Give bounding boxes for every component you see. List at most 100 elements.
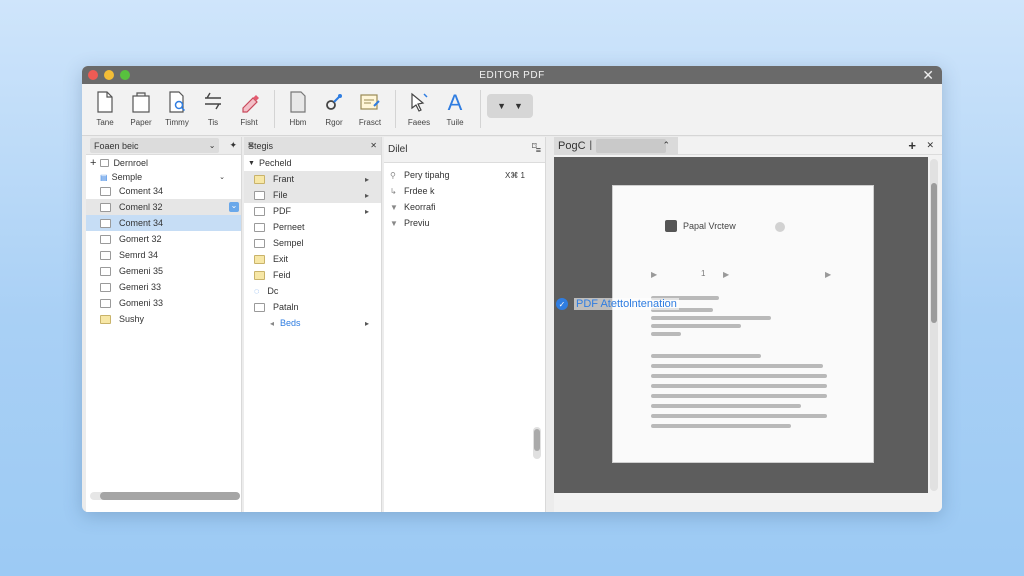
menu-item[interactable]: File ▸ [244,187,381,203]
tree-item[interactable]: Sushy [86,311,241,327]
menu-item[interactable]: PDF ▸ [244,203,381,219]
tree-item[interactable]: Gomeni 33 [86,295,241,311]
workspace: Foaen beic ⌄ ✦ + Dernroel ▤ Semple ⌄ Com… [82,136,942,512]
detail-item[interactable]: ⚲ Pery tipahg X⌘ 1 [384,167,545,183]
cursor-icon [411,92,428,112]
panel-details-header: Dilel ≡ [384,137,545,163]
tree-item[interactable]: Gemeri 33 [86,279,241,295]
horizontal-scrollbar[interactable] [90,492,240,500]
toolbar-separator [274,90,275,128]
page-input[interactable] [596,138,667,153]
menu-item[interactable]: Pataln [244,299,381,315]
tool-tane-button[interactable]: Tane [88,90,122,127]
close-icon[interactable]: ✕ [926,140,934,151]
check-circle-icon: ✓ [556,298,568,310]
chevron-up-icon[interactable]: ⌃ [662,140,670,151]
detail-item[interactable]: ▼ Keorrafi [384,199,545,215]
menu-item[interactable]: Feid [244,267,381,283]
tree-root[interactable]: + Dernroel [86,155,241,171]
viewer-tab[interactable]: PogC | ⌃ [554,136,678,155]
app-logo-icon [665,220,677,232]
menu-list: Frant ▸ File ▸ PDF ▸ Perneet Sempel Exit Feid ◌ Dc P… [244,171,381,331]
file-icon [100,202,111,212]
close-window-button[interactable] [88,70,98,80]
last-icon[interactable]: ▶ [825,270,831,279]
next-icon[interactable]: ▶ [723,270,729,279]
scroll-thumb[interactable] [931,183,937,323]
group-header[interactable]: ▼ Pecheld [244,155,381,171]
document-filter-select[interactable]: Foaen beic ⌄ [90,138,220,153]
menu-item[interactable]: Frant ▸ [244,171,381,187]
detail-item[interactable]: ▼ Previu [384,215,545,231]
text-line [651,324,741,328]
file-icon [100,314,111,324]
play-icon[interactable]: ▶ [651,270,657,279]
scroll-thumb[interactable] [534,429,540,451]
group-icon: ▤ [100,172,108,182]
add-tab-icon[interactable]: + [908,138,916,153]
menu-item[interactable]: ◂ Beds ▸ [244,315,381,331]
menu-item[interactable]: Exit [244,251,381,267]
tool-frasct-button[interactable]: Frasct [353,90,387,127]
tool-fisht-button[interactable]: Fisht [232,90,266,127]
chevron-down-icon: ⌄ [208,141,216,150]
chevron-right-icon: ▸ [364,190,369,200]
menu-item[interactable]: Perneet [244,219,381,235]
detail-item[interactable]: ↳ Frdee k [384,183,545,199]
page-number: 1 [701,269,706,278]
vertical-scrollbar[interactable] [533,427,541,459]
tree-item[interactable]: Coment 34 [86,183,241,199]
zoom-window-button[interactable] [120,70,130,80]
view-dropdown-button[interactable]: ▼ ▼ [487,94,533,118]
tool-tis-button[interactable]: Tis [196,90,230,127]
file-icon [100,266,111,276]
panel-documents-header: Foaen beic ⌄ ✦ [86,137,241,155]
file-icon [100,218,111,228]
pdf-annotation-badge[interactable]: ✓ PDF Atettolntenation [556,298,679,310]
toolbar: Tane Paper Timmy Tis Fisht Hbm Rgor Fras… [82,84,942,136]
tree-item[interactable]: Gomert 32 [86,231,241,247]
panel-pin[interactable]: ⌑ [532,141,537,152]
close-icon[interactable]: ✕ [922,67,934,84]
file-icon [100,298,111,308]
panel-details: Dilel ≡ ⚲ Pery tipahg X⌘ 1 ↳ Frdee k ▼ Keorraf… [384,137,546,512]
shortcut-label: X⌘ 1 [504,170,525,180]
tool-rgor-button[interactable]: Rgor [317,90,351,127]
tool-hbm-button[interactable]: Hbm [281,90,315,127]
tree-item[interactable]: Coment 34 [86,215,241,231]
eraser-icon [242,95,259,113]
filter-icon: ▼ [390,202,398,212]
folder-icon [254,190,265,200]
pin-icon[interactable]: ✦ [229,140,237,151]
chevron-down-icon[interactable]: ⌄ [229,202,239,212]
cloud-icon: ◌ [254,286,260,296]
tool-tuile-button[interactable]: A Tuile [438,90,472,127]
tree-item[interactable]: Semrd 34 [86,247,241,263]
menu-item[interactable]: Sempel [244,235,381,251]
split-icon [205,92,221,110]
tree-item[interactable]: Gemeni 35 [86,263,241,279]
viewer-scrollbar[interactable] [930,159,938,491]
pdf-page[interactable]: Papal Vrctew ▶ 1 ▶ ▶ [612,185,874,463]
tool-faees-button[interactable]: Faees [402,90,436,127]
tool-timmy-button[interactable]: Timmy [160,90,194,127]
menu-item[interactable]: ◌ Dc [244,283,381,299]
text-line [651,384,827,388]
folder-icon [254,254,265,264]
page-header: Papal Vrctew [665,220,736,232]
chevron-right-icon: ▸ [364,174,369,184]
tree-item[interactable]: Comenl 32 ⌄ [86,199,241,215]
tree-list: Coment 34 Comenl 32 ⌄ Coment 34 Gomert 32 Sem… [86,183,241,327]
text-line [651,374,827,378]
expand-icon[interactable]: + [90,157,96,169]
scroll-thumb[interactable] [100,492,240,500]
tool-paper-button[interactable]: Paper [124,90,158,127]
text-line [651,424,791,428]
tree-subgroup[interactable]: ▤ Semple ⌄ [86,171,241,183]
text-line [651,316,771,320]
title-bar: EDITOR PDF ✕ [82,66,942,84]
toolbar-separator [395,90,396,128]
close-icon[interactable]: ✕ [370,141,377,150]
menu-icon[interactable]: ≡ [248,140,254,151]
minimize-window-button[interactable] [104,70,114,80]
